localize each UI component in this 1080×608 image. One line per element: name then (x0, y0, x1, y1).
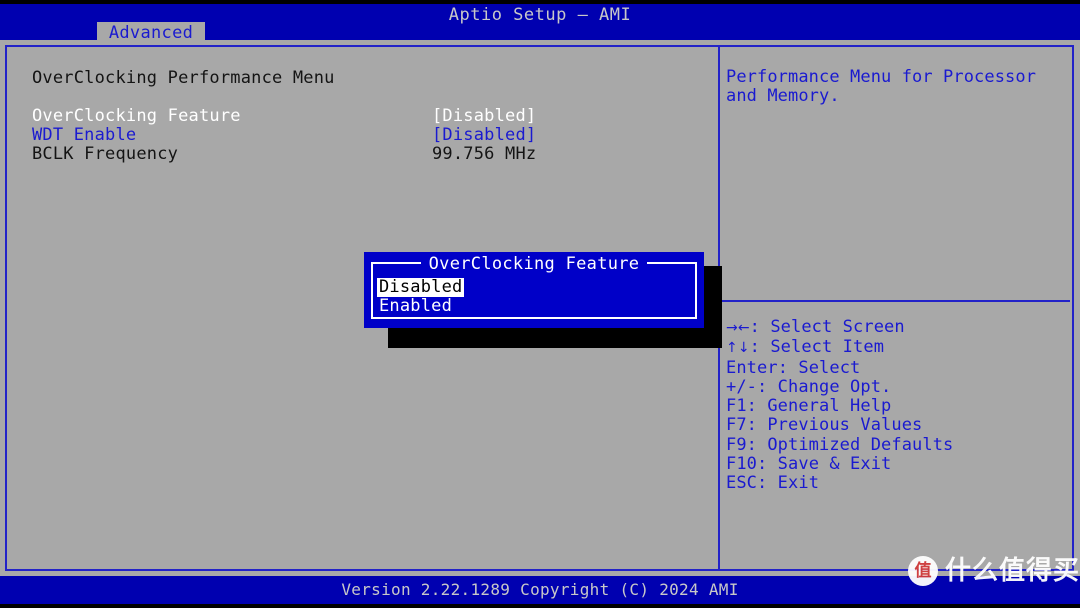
key-name: F7 (726, 415, 747, 436)
key-binding-text: : Select Screen (749, 317, 905, 337)
setting-label: WDT Enable (32, 125, 137, 145)
setting-row-bclk-frequency[interactable]: BCLK Frequency 99.756 MHz (32, 144, 692, 164)
key-binding-text: : Previous Values (746, 415, 923, 436)
key-bindings-list: →←: Select Screen ↑↓: Select Item Enter:… (726, 317, 1070, 494)
setting-value[interactable]: [Disabled] (432, 125, 536, 145)
key-binding-select-item: ↑↓: Select Item (726, 338, 1070, 358)
key-name: F10 (726, 454, 758, 475)
setting-label: OverClocking Feature (32, 106, 241, 126)
setting-value: 99.756 MHz (432, 144, 537, 164)
key-binding-text: : Change Opt. (757, 376, 892, 397)
key-binding-text: : Select Item (749, 337, 885, 358)
key-binding-text: : Optimized Defaults (746, 434, 954, 455)
dialog-title: OverClocking Feature (364, 254, 704, 274)
setting-label: BCLK Frequency (32, 144, 179, 164)
key-binding-save-exit: F10: Save & Exit (726, 454, 1070, 475)
key-name: Enter (726, 357, 778, 378)
key-binding-change-opt: +/-: Change Opt. (726, 376, 1070, 397)
key-name: F9 (726, 434, 747, 455)
key-binding-general-help: F1: General Help (726, 397, 1070, 416)
dialog-option-enabled[interactable]: Enabled (377, 297, 454, 316)
key-binding-enter-select: Enter: Select (726, 357, 1070, 378)
bios-setup-screen: Aptio Setup – AMI Advanced OverClocking … (0, 0, 1080, 608)
help-panel: Performance Menu for Processor and Memor… (724, 48, 1072, 568)
dialog-title-text: OverClocking Feature (420, 254, 648, 274)
key-binding-text: : Save & Exit (757, 454, 892, 475)
setting-value[interactable]: [Disabled] (432, 106, 536, 126)
key-name: ESC (726, 473, 758, 494)
key-binding-previous-values: F7: Previous Values (726, 416, 1070, 435)
help-text: Performance Menu for Processor and Memor… (726, 67, 1047, 106)
key-name: +/- (726, 376, 758, 397)
watermark: 值 什么值得买 (908, 556, 1080, 586)
key-binding-text: : Exit (757, 473, 820, 494)
key-binding-text: : Select (777, 357, 861, 378)
dialog-option-disabled[interactable]: Disabled (377, 278, 465, 297)
watermark-text: 什么值得买 (945, 556, 1080, 586)
key-binding-select-screen: →←: Select Screen (726, 317, 1070, 338)
section-title: OverClocking Performance Menu (32, 68, 335, 88)
key-binding-text: : General Help (746, 396, 892, 417)
setting-row-overclocking-feature[interactable]: OverClocking Feature [Disabled] (32, 106, 692, 126)
arrow-left-right-icon: →← (726, 320, 750, 336)
key-name: F1 (726, 396, 747, 417)
key-binding-optimized-defaults: F9: Optimized Defaults (726, 434, 1070, 455)
overclocking-feature-dialog: OverClocking Feature Disabled Enabled (364, 252, 704, 328)
setting-row-wdt-enable[interactable]: WDT Enable [Disabled] (32, 125, 692, 145)
key-binding-esc-exit: ESC: Exit (726, 474, 1070, 493)
watermark-logo-icon: 值 (908, 556, 938, 586)
arrow-up-down-icon: ↑↓ (726, 340, 750, 357)
